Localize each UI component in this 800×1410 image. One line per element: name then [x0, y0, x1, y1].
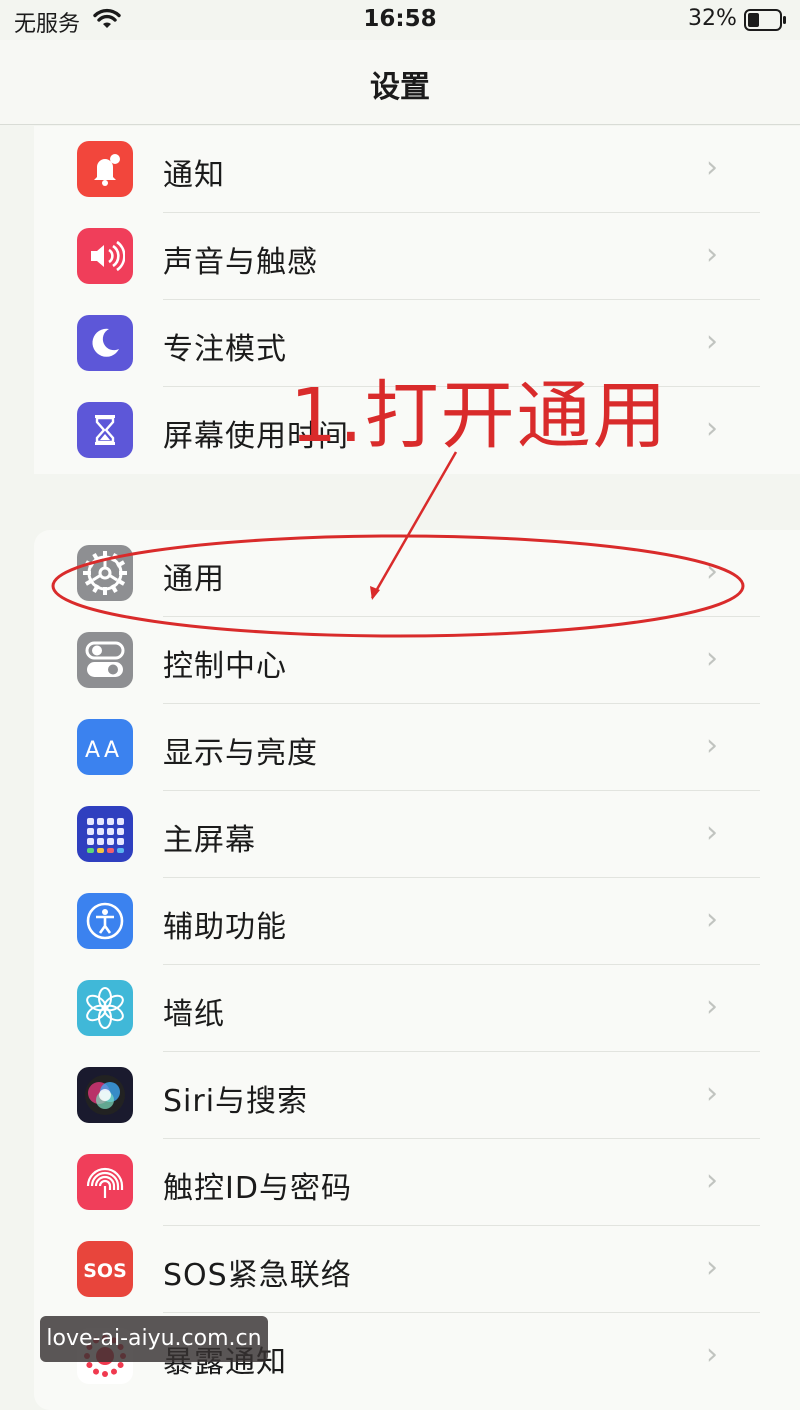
annotation-overlay [51, 451, 745, 638]
watermark: love-ai-aiyu.com.cn [40, 1316, 268, 1362]
annotation-arrow [370, 451, 458, 599]
annotation-text: 1.打开通用 [290, 373, 669, 459]
